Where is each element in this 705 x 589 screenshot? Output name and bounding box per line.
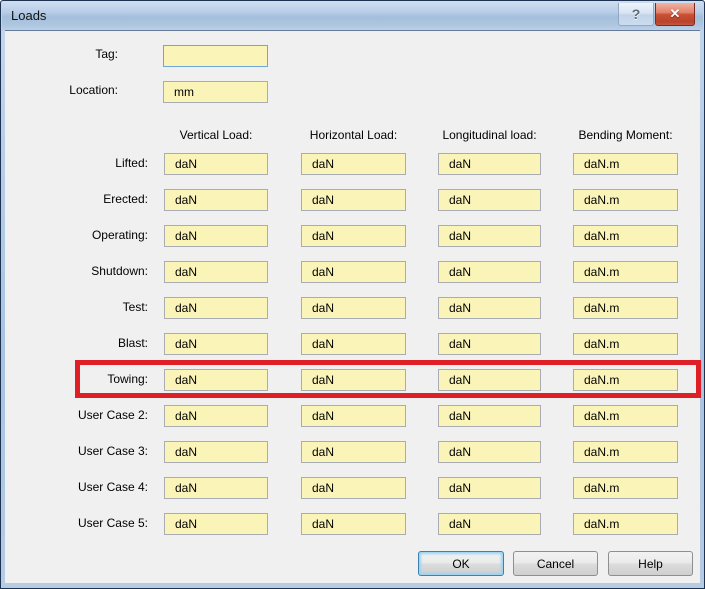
row-label-blast: Blast:: [117, 336, 148, 350]
user-case-4-horizontal-load-input[interactable]: [301, 477, 406, 499]
blast-vertical-load-input[interactable]: [164, 333, 268, 355]
blast-horizontal-load-input[interactable]: [301, 333, 406, 355]
shutdown-longitudinal-load-input[interactable]: [438, 261, 541, 283]
row-label-user-case-3: User Case 3:: [77, 444, 148, 458]
row-label-user-case-2: User Case 2:: [77, 408, 148, 422]
titlebar-help-button[interactable]: ?: [618, 3, 654, 26]
user-case-3-horizontal-load-input[interactable]: [301, 441, 406, 463]
test-vertical-load-input[interactable]: [164, 297, 268, 319]
user-case-3-bending-moment-input[interactable]: [573, 441, 678, 463]
user-case-5-longitudinal-load-input[interactable]: [438, 513, 541, 535]
erected-bending-moment-input[interactable]: [573, 189, 678, 211]
user-case-5-bending-moment-input[interactable]: [573, 513, 678, 535]
operating-vertical-load-input[interactable]: [164, 225, 268, 247]
row-label-erected: Erected:: [103, 192, 148, 206]
test-longitudinal-load-input[interactable]: [438, 297, 541, 319]
user-case-2-vertical-load-input[interactable]: [164, 405, 268, 427]
close-icon: ✕: [669, 6, 681, 21]
user-case-2-horizontal-load-input[interactable]: [301, 405, 406, 427]
close-button[interactable]: ✕: [655, 3, 695, 26]
lifted-longitudinal-load-input[interactable]: [438, 153, 541, 175]
row-label-user-case-5: User Case 5:: [77, 516, 148, 530]
tag-input[interactable]: [163, 45, 268, 67]
row-label-test: Test:: [122, 300, 148, 314]
window-title: Loads: [11, 8, 47, 23]
erected-horizontal-load-input[interactable]: [301, 189, 406, 211]
towing-horizontal-load-input[interactable]: [301, 369, 406, 391]
test-horizontal-load-input[interactable]: [301, 297, 406, 319]
user-case-2-bending-moment-input[interactable]: [573, 405, 678, 427]
tag-label: Tag:: [95, 47, 118, 61]
location-label: Location:: [69, 83, 118, 97]
row-label-user-case-4: User Case 4:: [77, 480, 148, 494]
user-case-4-bending-moment-input[interactable]: [573, 477, 678, 499]
test-bending-moment-input[interactable]: [573, 297, 678, 319]
row-label-towing: Towing:: [107, 372, 148, 386]
row-label-lifted: Lifted:: [115, 156, 148, 170]
user-case-4-longitudinal-load-input[interactable]: [438, 477, 541, 499]
question-mark-icon: ?: [631, 6, 641, 22]
user-case-4-vertical-load-input[interactable]: [164, 477, 268, 499]
row-label-shutdown: Shutdown:: [91, 264, 148, 278]
towing-longitudinal-load-input[interactable]: [438, 369, 541, 391]
user-case-3-longitudinal-load-input[interactable]: [438, 441, 541, 463]
blast-bending-moment-input[interactable]: [573, 333, 678, 355]
column-header-vertical-load: Vertical Load:: [179, 128, 253, 142]
user-case-3-vertical-load-input[interactable]: [164, 441, 268, 463]
shutdown-vertical-load-input[interactable]: [164, 261, 268, 283]
towing-vertical-load-input[interactable]: [164, 369, 268, 391]
titlebar-buttons: ? ✕: [618, 3, 695, 26]
ok-button[interactable]: OK: [418, 551, 504, 576]
user-case-5-horizontal-load-input[interactable]: [301, 513, 406, 535]
cancel-button[interactable]: Cancel: [513, 551, 598, 576]
lifted-horizontal-load-input[interactable]: [301, 153, 406, 175]
erected-longitudinal-load-input[interactable]: [438, 189, 541, 211]
user-case-2-longitudinal-load-input[interactable]: [438, 405, 541, 427]
operating-horizontal-load-input[interactable]: [301, 225, 406, 247]
shutdown-horizontal-load-input[interactable]: [301, 261, 406, 283]
column-header-bending-moment: Bending Moment:: [578, 128, 673, 142]
lifted-bending-moment-input[interactable]: [573, 153, 678, 175]
erected-vertical-load-input[interactable]: [164, 189, 268, 211]
lifted-vertical-load-input[interactable]: [164, 153, 268, 175]
loads-dialog: Loads ? ✕ Tag: Location: Vertical Load: H…: [0, 0, 705, 589]
towing-bending-moment-input[interactable]: [573, 369, 678, 391]
operating-bending-moment-input[interactable]: [573, 225, 678, 247]
location-input[interactable]: [163, 81, 268, 103]
shutdown-bending-moment-input[interactable]: [573, 261, 678, 283]
blast-longitudinal-load-input[interactable]: [438, 333, 541, 355]
user-case-5-vertical-load-input[interactable]: [164, 513, 268, 535]
help-button[interactable]: Help: [608, 551, 693, 576]
row-label-operating: Operating:: [91, 228, 148, 242]
title-bar[interactable]: Loads ? ✕: [2, 1, 703, 30]
operating-longitudinal-load-input[interactable]: [438, 225, 541, 247]
